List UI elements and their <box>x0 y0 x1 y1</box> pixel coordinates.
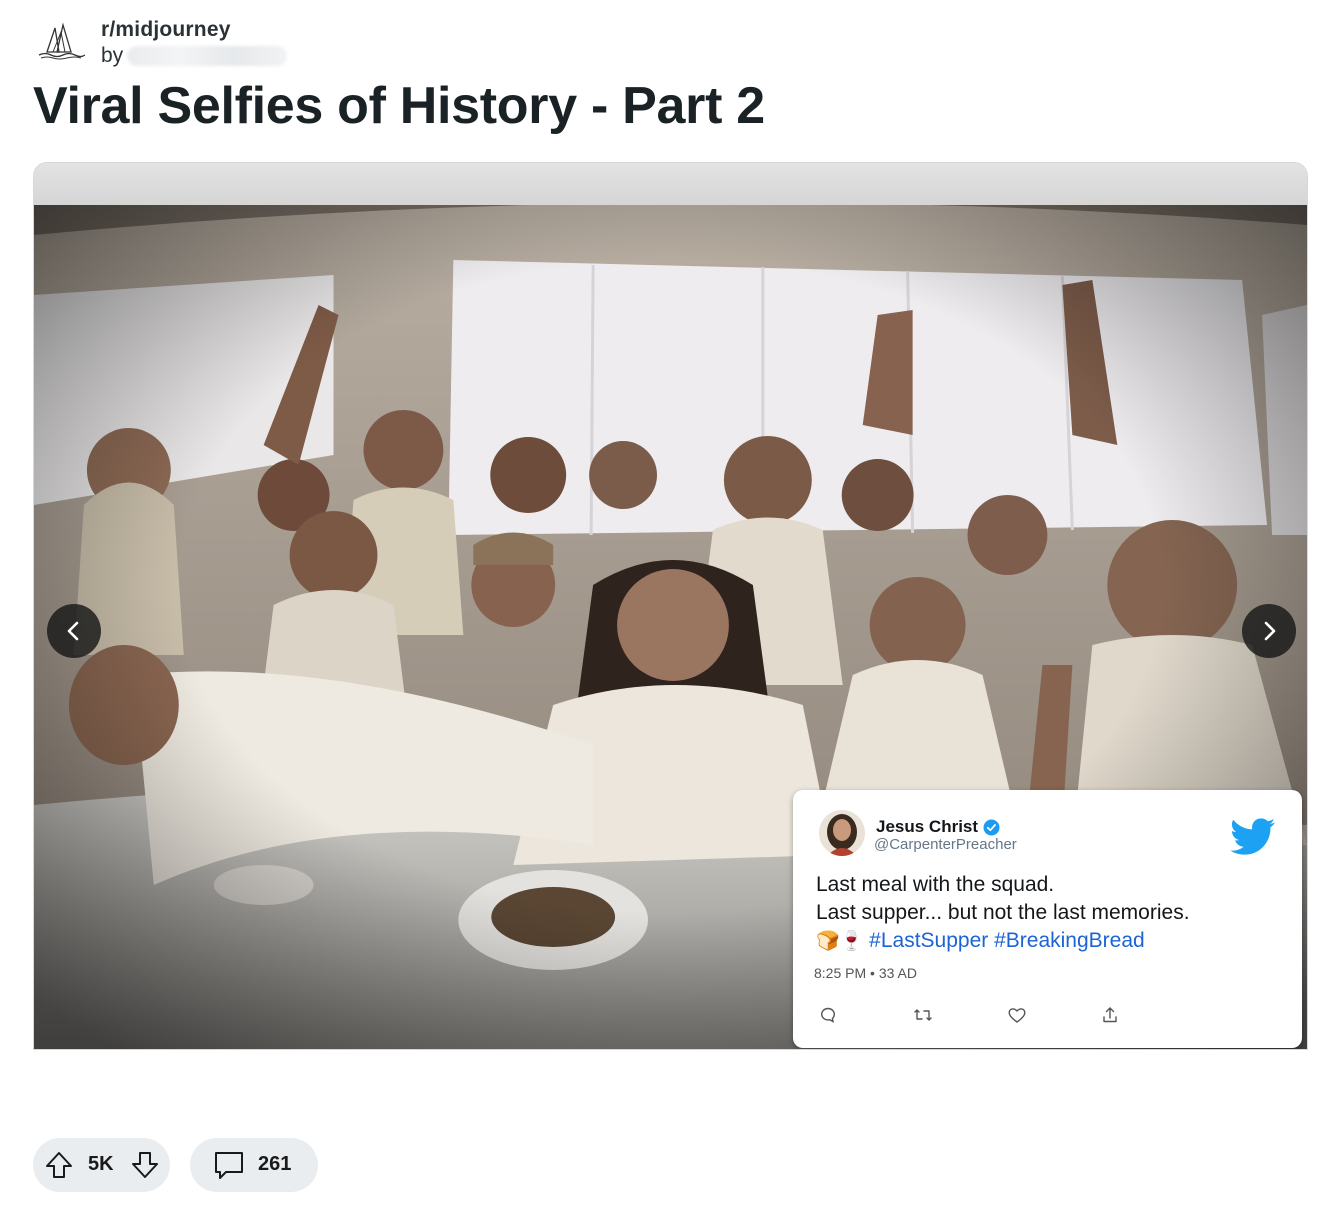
comments-button[interactable]: 261 <box>190 1138 318 1192</box>
tweet-line-2: Last supper... but not the last memories… <box>816 901 1190 924</box>
tweet-name-row: Jesus Christ <box>876 817 1000 837</box>
like-heart-icon <box>1007 1006 1027 1029</box>
twitter-bird-icon <box>1230 818 1276 855</box>
tweet-time: 8:25 PM <box>814 965 867 981</box>
tweet-handle: @CarpenterPreacher <box>874 836 1017 853</box>
downvote-button[interactable] <box>129 1149 161 1186</box>
reply-icon <box>819 1006 837 1029</box>
post-media-carousel[interactable]: Jesus Christ @CarpenterPreacher Last mea… <box>33 162 1308 1050</box>
author-name-blurred[interactable] <box>127 46 288 66</box>
retweet-icon <box>913 1006 933 1029</box>
arrow-down-icon <box>132 1152 158 1178</box>
verified-badge-icon <box>983 819 1000 835</box>
vote-score: 5K <box>88 1153 114 1175</box>
media-top-band <box>34 163 1307 205</box>
sailboat-icon[interactable] <box>37 22 85 62</box>
tweet-overlay: Jesus Christ @CarpenterPreacher Last mea… <box>793 790 1302 1048</box>
chevron-left-icon <box>67 621 79 641</box>
tweet-text: Last meal with the squad. Last supper...… <box>816 871 1190 956</box>
tweet-line-1: Last meal with the squad. <box>816 873 1055 896</box>
tweet-dot-separator: • <box>870 965 879 981</box>
tweet-timestamp: 8:25 PM • 33 AD <box>814 965 917 981</box>
share-icon <box>1101 1006 1119 1029</box>
subreddit-link[interactable]: r/midjourney <box>101 18 231 42</box>
arrow-up-icon <box>46 1152 72 1178</box>
post-header: r/midjourney by <box>33 14 633 70</box>
tweet-author-name: Jesus Christ <box>876 817 979 836</box>
upvote-button[interactable] <box>43 1149 75 1186</box>
carousel-next-button[interactable] <box>1242 604 1296 658</box>
tweet-hashtags: #LastSupper #BreakingBread <box>869 929 1145 952</box>
by-label: by <box>101 44 124 67</box>
carousel-prev-button[interactable] <box>47 604 101 658</box>
tweet-avatar <box>819 810 865 856</box>
byline: by <box>101 44 288 68</box>
post-title[interactable]: Viral Selfies of History - Part 2 <box>33 76 765 136</box>
tweet-date: 33 AD <box>878 965 917 981</box>
tweet-actions <box>815 1006 1135 1028</box>
tweet-line-3: 🍞🍷 #LastSupper #BreakingBread <box>816 927 1190 956</box>
chevron-right-icon <box>1264 621 1276 641</box>
tweet-emoji: 🍞🍷 <box>816 931 864 952</box>
comment-count: 261 <box>258 1153 292 1175</box>
comment-bubble-icon <box>215 1152 243 1179</box>
vote-controls: 5K <box>33 1138 170 1192</box>
